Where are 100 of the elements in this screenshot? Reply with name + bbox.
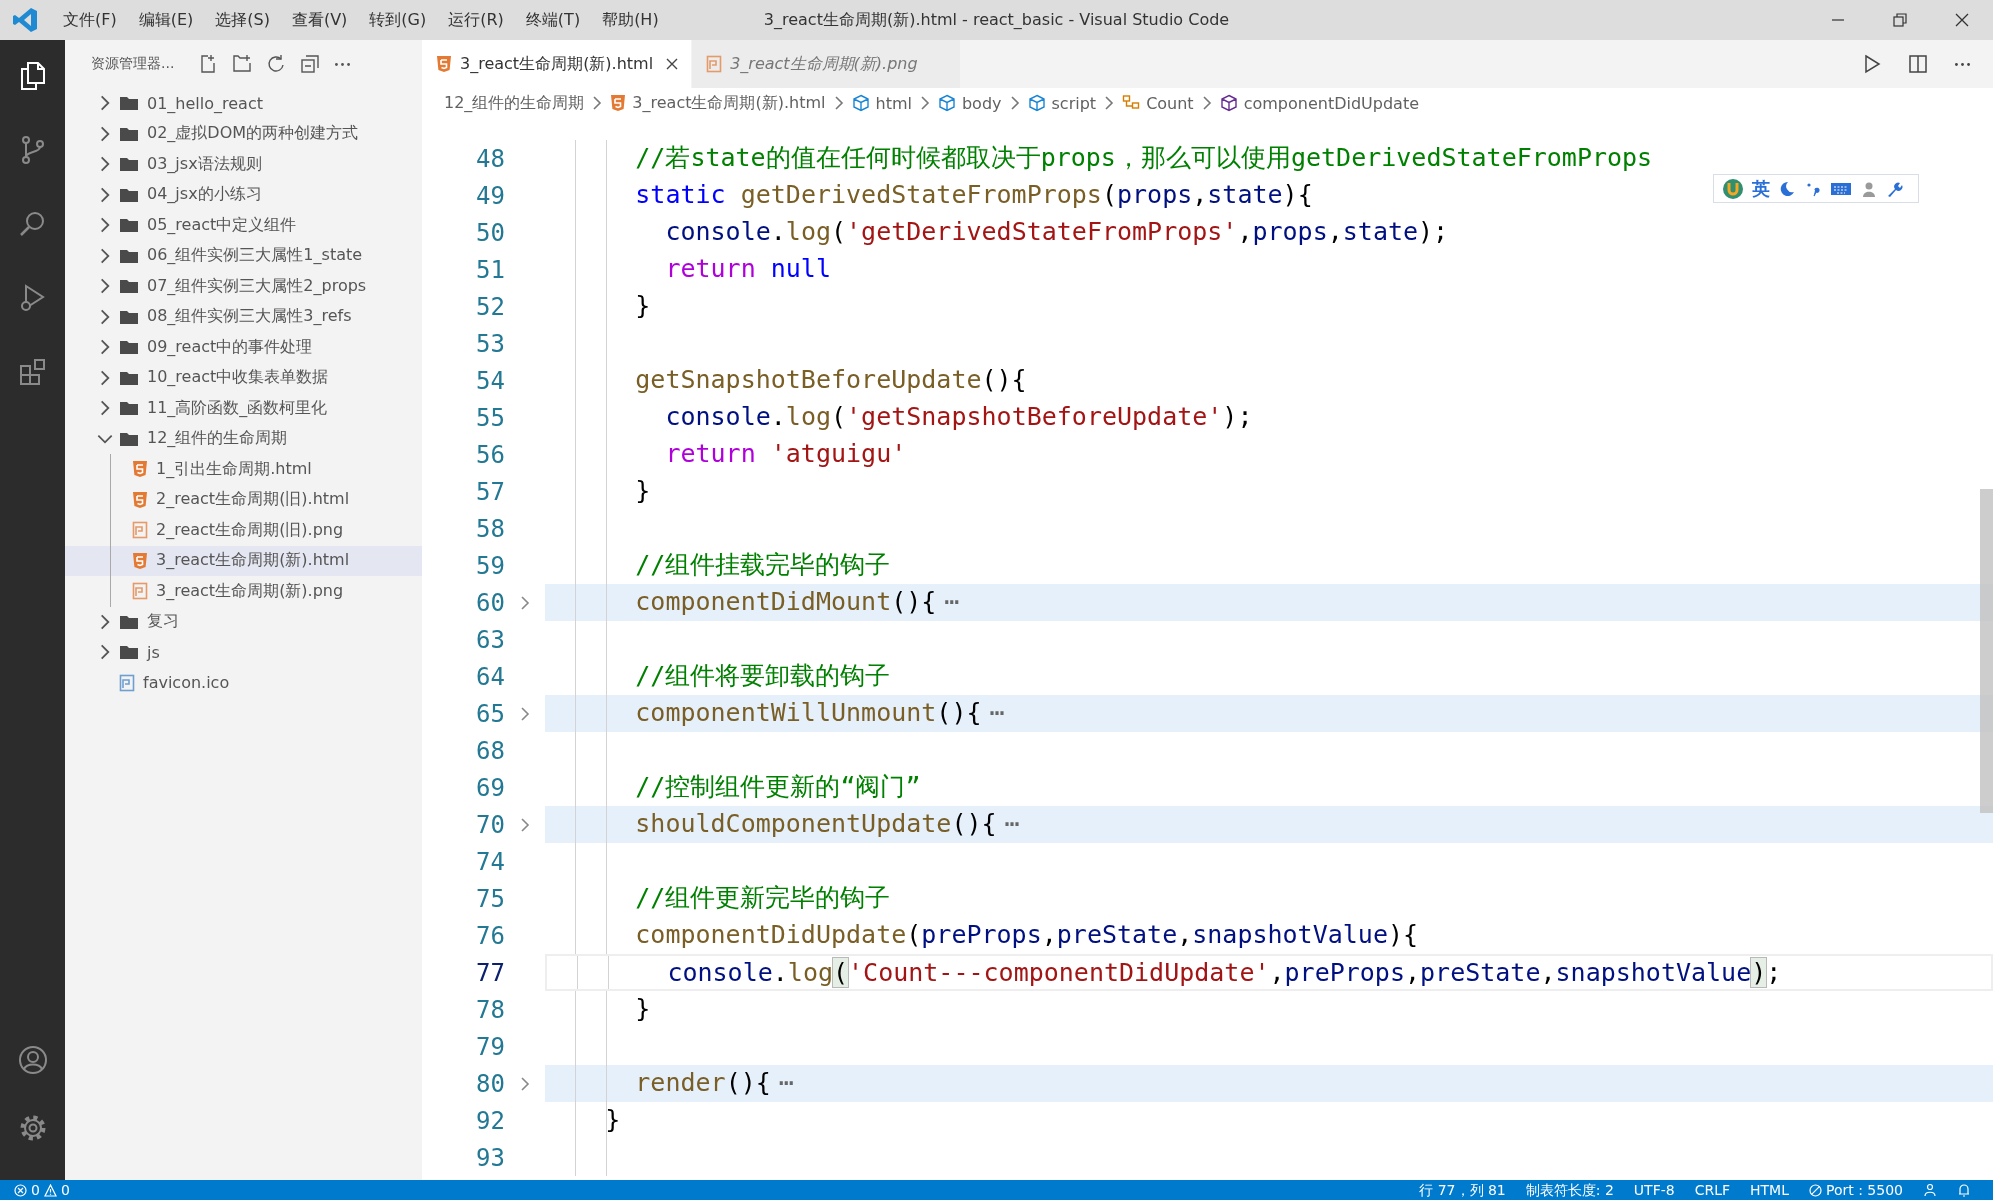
editor-tab[interactable]: 3_react生命周期(新).png	[692, 40, 961, 88]
menu-item[interactable]: 运行(R)	[437, 5, 515, 35]
split-icon	[1908, 54, 1928, 74]
person-icon	[1923, 1183, 1937, 1197]
tree-item[interactable]: 01_hello_react	[65, 88, 422, 119]
line-number: 52	[475, 292, 505, 321]
run-button[interactable]	[1862, 54, 1882, 74]
status-item[interactable]: CRLF	[1684, 1181, 1741, 1199]
moon-icon[interactable]	[1778, 179, 1796, 198]
tree-item[interactable]: 09_react中的事件处理	[65, 332, 422, 363]
folder-icon	[119, 644, 139, 661]
chevron-icon	[518, 593, 532, 612]
status-item[interactable]: 行 77，列 81	[1409, 1181, 1516, 1199]
menu-item[interactable]: 转到(G)	[358, 5, 438, 35]
status-item[interactable]: UTF-8	[1623, 1181, 1685, 1199]
line-number: 77	[475, 958, 505, 987]
tree-item[interactable]: 2_react生命周期(旧).html	[65, 484, 422, 515]
scrollbar-thumb[interactable]	[1980, 489, 1993, 813]
line-number: 65	[475, 699, 505, 728]
more-icon	[334, 62, 352, 66]
error-icon	[14, 1183, 27, 1197]
tree-item[interactable]: 02_虚拟DOM的两种创建方式	[65, 118, 422, 149]
line-number: 68	[475, 736, 505, 765]
folder-icon	[119, 247, 139, 264]
chevron-icon	[518, 815, 532, 834]
folder-icon	[119, 217, 139, 234]
line-number: 53	[475, 329, 505, 358]
tree-item[interactable]: js	[65, 637, 422, 668]
folder-icon	[119, 369, 139, 386]
menu-item[interactable]: 选择(S)	[204, 5, 281, 35]
problems-indicator[interactable]: 0 0	[14, 1181, 80, 1199]
collapse-icon	[300, 54, 321, 74]
tree-item[interactable]: 11_高阶函数_函数柯里化	[65, 393, 422, 424]
line-number: 78	[475, 995, 505, 1024]
more-button[interactable]	[334, 62, 352, 66]
menu-item[interactable]: 帮助(H)	[591, 5, 670, 35]
refresh-button[interactable]	[266, 54, 287, 74]
breadcrumb[interactable]: 3_react生命周期(新).html	[610, 92, 826, 114]
line-number: 74	[475, 847, 505, 876]
blocked-icon	[1809, 1183, 1822, 1197]
tree-item[interactable]: 06_组件实例三大属性1_state	[65, 240, 422, 271]
breadcrumb[interactable]: html	[851, 93, 912, 113]
status-item[interactable]: Port : 5500	[1799, 1181, 1913, 1199]
line-number: 63	[475, 625, 505, 654]
tree-item[interactable]: 复习	[65, 606, 422, 637]
line-number: 75	[475, 884, 505, 913]
folder-icon	[119, 400, 139, 417]
folder-icon	[119, 613, 139, 630]
tree-item[interactable]: 03_jsx语法规则	[65, 149, 422, 180]
status-item[interactable]: HTML	[1740, 1181, 1799, 1199]
cube-icon	[937, 94, 956, 112]
status-item[interactable]: 制表符长度: 2	[1515, 1181, 1624, 1199]
close-icon	[1954, 12, 1970, 28]
folder-icon	[119, 156, 139, 173]
folder-icon	[119, 430, 139, 447]
menu-item[interactable]: 文件(F)	[52, 5, 128, 35]
tree-item[interactable]: 12_组件的生命周期	[65, 423, 422, 454]
breadcrumb[interactable]: script	[1027, 93, 1097, 113]
tree-item[interactable]: 3_react生命周期(新).html	[65, 545, 422, 576]
tree-item[interactable]: 1_引出生命周期.html	[65, 454, 422, 485]
chevron-icon	[518, 704, 532, 723]
split-editor-button[interactable]	[1908, 54, 1928, 74]
warning-icon	[43, 1183, 57, 1197]
breadcrumb[interactable]: body	[937, 93, 1002, 113]
more-button[interactable]	[1954, 62, 1971, 66]
tree-item[interactable]: 07_组件实例三大属性2_props	[65, 271, 422, 302]
menu-item[interactable]: 查看(V)	[280, 5, 359, 35]
more-icon	[1954, 62, 1971, 66]
tree-item[interactable]: 08_组件实例三大属性3_refs	[65, 301, 422, 332]
folder-icon	[119, 339, 139, 356]
play-icon	[1862, 54, 1882, 74]
html-file-icon	[436, 55, 452, 73]
line-number: 51	[475, 255, 505, 284]
close-tab-button[interactable]	[665, 57, 680, 71]
tree-item[interactable]: 04_jsx的小练习	[65, 179, 422, 210]
refresh-icon	[266, 54, 287, 74]
breadcrumb[interactable]: 12_组件的生命周期	[444, 92, 585, 114]
editor-tab[interactable]: 3_react生命周期(新).html	[422, 40, 693, 88]
restore-icon	[1892, 12, 1908, 28]
folder-icon	[119, 278, 139, 295]
language-toggle[interactable]: 英	[1752, 176, 1770, 201]
new-folder-button[interactable]	[232, 54, 253, 74]
breadcrumb[interactable]: Count	[1122, 93, 1194, 113]
tree-item[interactable]: 05_react中定义组件	[65, 210, 422, 241]
folder-icon	[119, 186, 139, 203]
line-number: 57	[475, 477, 505, 506]
tree-item[interactable]: 2_react生命周期(旧).png	[65, 515, 422, 546]
editor-logo-icon	[12, 7, 38, 33]
new-folder-icon	[232, 54, 253, 74]
line-number: 76	[475, 921, 505, 950]
line-number: 79	[475, 1032, 505, 1061]
tree-item[interactable]: favicon.ico	[65, 667, 422, 698]
tree-item[interactable]: 3_react生命周期(新).png	[65, 576, 422, 607]
close-icon	[665, 57, 680, 71]
menu-item[interactable]: 终端(T)	[514, 5, 592, 35]
tree-item[interactable]: 10_react中收集表单数据	[65, 362, 422, 393]
html-file-icon	[132, 551, 148, 570]
collapse-button[interactable]	[300, 54, 321, 74]
menu-item[interactable]: 编辑(E)	[127, 5, 205, 35]
breadcrumb[interactable]: componentDidUpdate	[1219, 93, 1420, 113]
